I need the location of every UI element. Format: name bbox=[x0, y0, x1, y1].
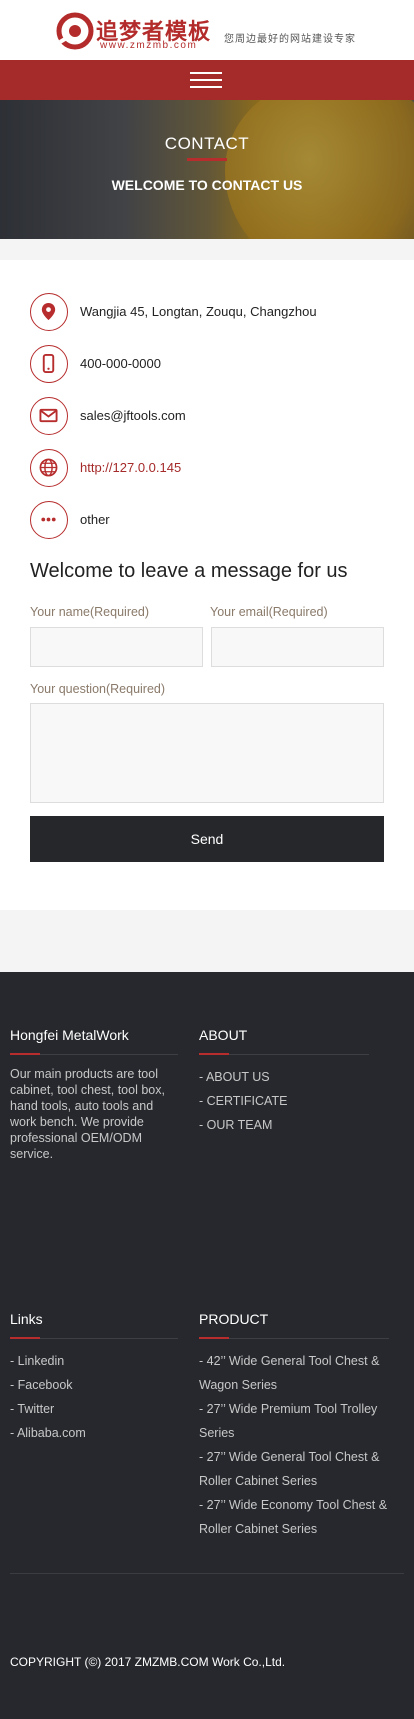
message-form-title: Welcome to leave a message for us bbox=[30, 560, 348, 582]
contact-section: Wangjia 45, Longtan, Zouqu, Changzhou 40… bbox=[0, 260, 414, 910]
globe-icon bbox=[30, 449, 68, 487]
footer-social-link[interactable]: - Linkedin bbox=[10, 1349, 180, 1373]
email-text[interactable]: sales@jftools.com bbox=[80, 408, 186, 423]
site-header: 追梦者模板 www.zmzmb.com 您周边最好的网站建设专家 bbox=[0, 0, 414, 60]
footer-about-link[interactable]: - OUR TEAM bbox=[199, 1113, 399, 1137]
footer-product-link[interactable]: - 27’’ Wide Premium Tool Trolley Series bbox=[199, 1397, 391, 1445]
hero-banner: CONTACT WELCOME TO CONTACT US bbox=[0, 100, 414, 239]
website-link[interactable]: http://127.0.0.145 bbox=[80, 460, 181, 475]
question-label: Your question(Required) bbox=[30, 682, 166, 696]
contact-other: other bbox=[30, 501, 390, 539]
nav-bar bbox=[0, 60, 414, 100]
menu-icon[interactable] bbox=[190, 72, 222, 88]
email-label: Your email(Required) bbox=[210, 605, 328, 619]
footer-accent bbox=[199, 1337, 229, 1339]
footer-about-link[interactable]: - ABOUT US bbox=[199, 1065, 399, 1089]
mobile-phone-icon bbox=[30, 345, 68, 383]
location-pin-icon bbox=[30, 293, 68, 331]
footer-product-link[interactable]: - 27’’ Wide Economy Tool Chest & Roller … bbox=[199, 1493, 391, 1541]
name-input[interactable] bbox=[30, 627, 203, 667]
footer-company-title: Hongfei MetalWork bbox=[10, 1027, 129, 1043]
footer-about-title: ABOUT bbox=[199, 1027, 248, 1043]
contact-website: http://127.0.0.145 bbox=[30, 449, 390, 487]
copyright-text: COPYRIGHT (©) 2017 ZMZMB.COM Work Co.,Lt… bbox=[10, 1655, 286, 1669]
footer-social-link[interactable]: - Twitter bbox=[10, 1397, 180, 1421]
phone-text[interactable]: 400-000-0000 bbox=[80, 356, 161, 371]
contact-email: sales@jftools.com bbox=[30, 397, 390, 435]
footer-accent bbox=[199, 1053, 229, 1055]
send-button[interactable]: Send bbox=[30, 816, 384, 862]
site-footer: Hongfei MetalWork Our main products are … bbox=[0, 972, 414, 1719]
footer-product-link[interactable]: - 27’’ Wide General Tool Chest & Roller … bbox=[199, 1445, 391, 1493]
other-text: other bbox=[80, 512, 110, 527]
footer-accent bbox=[10, 1337, 40, 1339]
footer-links-title: Links bbox=[10, 1311, 43, 1327]
page-title: CONTACT bbox=[164, 134, 250, 153]
page-subtitle: WELCOME TO CONTACT US bbox=[111, 177, 303, 193]
title-underline bbox=[187, 158, 227, 161]
footer-company-description: Our main products are tool cabinet, tool… bbox=[10, 1067, 165, 1161]
contact-phone: 400-000-0000 bbox=[30, 345, 390, 383]
name-label: Your name(Required) bbox=[30, 605, 150, 619]
footer-product-link[interactable]: - 42’’ Wide General Tool Chest & Wagon S… bbox=[199, 1349, 391, 1397]
contact-address: Wangjia 45, Longtan, Zouqu, Changzhou bbox=[30, 293, 390, 331]
footer-links-list: - Linkedin - Facebook - Twitter - Alibab… bbox=[10, 1349, 180, 1445]
address-text: Wangjia 45, Longtan, Zouqu, Changzhou bbox=[80, 304, 317, 319]
more-dots-icon bbox=[30, 501, 68, 539]
footer-about-link[interactable]: - CERTIFICATE bbox=[199, 1089, 399, 1113]
header-tagline: 您周边最好的网站建设专家 bbox=[224, 34, 356, 45]
question-textarea[interactable] bbox=[30, 703, 384, 803]
logo-icon[interactable] bbox=[56, 12, 94, 50]
mail-icon bbox=[30, 397, 68, 435]
footer-about-list: - ABOUT US - CERTIFICATE - OUR TEAM bbox=[199, 1065, 399, 1137]
footer-accent bbox=[10, 1053, 40, 1055]
footer-social-link[interactable]: - Alibaba.com bbox=[10, 1421, 180, 1445]
email-input[interactable] bbox=[211, 627, 384, 667]
brand-url: www.zmzmb.com bbox=[100, 40, 198, 51]
footer-product-list: - 42’’ Wide General Tool Chest & Wagon S… bbox=[199, 1349, 391, 1541]
footer-divider bbox=[10, 1573, 404, 1574]
footer-social-link[interactable]: - Facebook bbox=[10, 1373, 180, 1397]
footer-product-title: PRODUCT bbox=[199, 1311, 269, 1327]
